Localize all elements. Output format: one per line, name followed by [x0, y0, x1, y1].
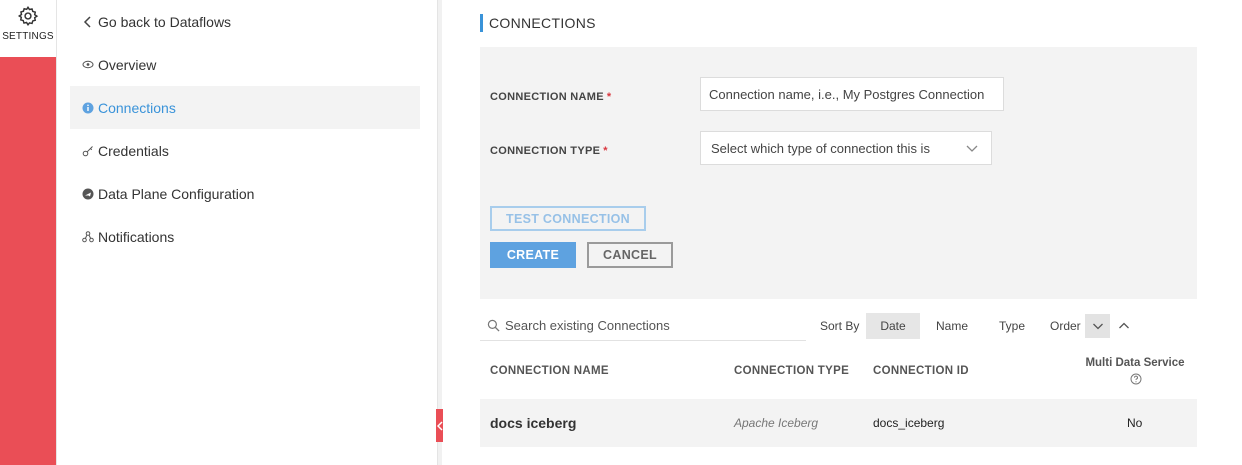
nav-item-connections[interactable]: Connections: [70, 86, 420, 129]
collapse-panel-handle[interactable]: [436, 409, 443, 442]
connection-name-label-text: CONNECTION NAME: [490, 91, 604, 103]
chevron-left-icon: [80, 15, 96, 28]
nav-item-overview[interactable]: Overview: [70, 43, 420, 86]
search-icon: [487, 319, 500, 332]
help-circle-icon[interactable]: [1130, 373, 1142, 385]
table-row[interactable]: docs iceberg Apache Iceberg docs_iceberg…: [480, 399, 1197, 447]
settings-label: SETTINGS: [2, 31, 54, 42]
network-icon: [80, 230, 96, 243]
nav-item-label: Connections: [98, 99, 176, 116]
new-connection-form: CONNECTION NAME * Connection name, i.e., …: [480, 47, 1197, 299]
info-circle-icon: [80, 102, 96, 114]
nav-item-label: Credentials: [98, 142, 169, 159]
rail-divider: [56, 0, 57, 465]
cancel-button[interactable]: CANCEL: [587, 242, 673, 268]
connection-name-input[interactable]: Connection name, i.e., My Postgres Conne…: [700, 77, 1004, 111]
search-placeholder: Search existing Connections: [505, 317, 670, 333]
chevron-left-icon: [436, 420, 443, 431]
connection-id-cell: docs_iceberg: [873, 416, 945, 430]
key-icon: [80, 145, 96, 157]
connection-type-label: CONNECTION TYPE *: [490, 145, 608, 157]
nav-item-label: Data Plane Configuration: [98, 185, 255, 202]
connection-type-placeholder: Select which type of connection this is: [711, 140, 930, 156]
sort-by-label: Sort By: [820, 319, 860, 333]
nav-item-data-plane[interactable]: Data Plane Configuration: [70, 172, 420, 215]
required-mark: *: [603, 145, 608, 157]
settings-nav: Go back to Dataflows Overview Connection…: [70, 0, 420, 258]
order-descending-button[interactable]: [1085, 314, 1110, 338]
chevron-up-icon: [1118, 322, 1129, 329]
search-input[interactable]: Search existing Connections: [480, 310, 806, 341]
back-to-dataflows-link[interactable]: Go back to Dataflows: [70, 0, 420, 43]
column-header-name[interactable]: CONNECTION NAME: [490, 365, 609, 377]
connection-name-placeholder: Connection name, i.e., My Postgres Conne…: [709, 86, 985, 102]
column-header-multi-data-service[interactable]: Multi Data Service: [1078, 357, 1192, 369]
sort-option-type[interactable]: Type: [986, 313, 1038, 339]
required-mark: *: [606, 91, 612, 103]
connection-name-label: CONNECTION NAME *: [490, 91, 611, 103]
create-button[interactable]: CREATE: [490, 242, 576, 268]
panel-splitter[interactable]: [437, 0, 442, 465]
back-label: Go back to Dataflows: [98, 13, 232, 30]
gear-icon: [17, 5, 39, 26]
nav-item-label: Notifications: [98, 228, 175, 245]
plane-icon: [80, 188, 96, 200]
page-title: CONNECTIONS: [480, 14, 596, 32]
eye-icon: [80, 60, 96, 69]
column-header-type[interactable]: CONNECTION TYPE: [734, 365, 849, 377]
chevron-down-icon: [966, 145, 978, 152]
connection-type-select[interactable]: Select which type of connection this is: [700, 131, 992, 165]
multi-data-service-cell: No: [1127, 416, 1143, 430]
chevron-down-icon: [1092, 323, 1103, 330]
column-header-id[interactable]: CONNECTION ID: [873, 365, 969, 377]
nav-item-notifications[interactable]: Notifications: [70, 215, 420, 258]
settings-rail-button[interactable]: SETTINGS: [0, 0, 56, 57]
test-connection-button[interactable]: TEST CONNECTION: [490, 206, 646, 231]
order-label: Order: [1050, 319, 1081, 333]
sort-option-date[interactable]: Date: [866, 313, 920, 339]
connection-name-cell[interactable]: docs iceberg: [490, 399, 576, 447]
app-rail: [0, 0, 56, 465]
connection-type-label-text: CONNECTION TYPE: [490, 145, 601, 157]
sort-option-name[interactable]: Name: [924, 313, 980, 339]
nav-item-label: Overview: [98, 56, 157, 73]
connection-type-cell: Apache Iceberg: [734, 416, 819, 430]
nav-item-credentials[interactable]: Credentials: [70, 129, 420, 172]
order-ascending-button[interactable]: [1111, 314, 1136, 338]
